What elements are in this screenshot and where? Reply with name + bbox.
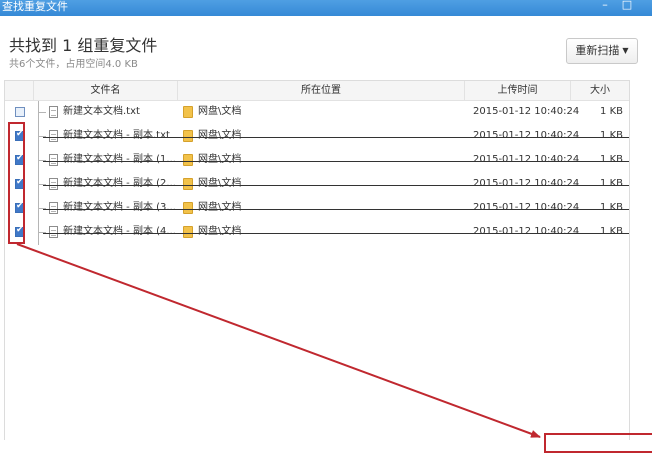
minimize-icon[interactable]: – (596, 0, 614, 12)
file-location[interactable]: 网盘\文档 (198, 149, 241, 171)
table-row[interactable]: 新建文本文档 - 副本 (4... 网盘\文档 2015-01-12 10:40:2… (5, 221, 629, 245)
file-size: 1 KB (600, 202, 623, 213)
table-row[interactable]: 新建文本文档 - 副本 (3... 网盘\文档 2015-01-12 10:40:2… (5, 197, 629, 221)
file-name[interactable]: 新建文本文档 - 副本.txt (63, 125, 170, 147)
title-bar: 查找重复文件 – □ (0, 0, 652, 16)
table-row[interactable]: 新建文本文档 - 副本.txt 网盘\文档 2015-01-12 10:40:24 1… (5, 125, 629, 149)
close-icon[interactable]: □ (618, 0, 636, 12)
header-file-name[interactable]: 文件名 (34, 81, 178, 100)
file-upload-time: 2015-01-12 10:40:24 (473, 130, 580, 141)
file-location[interactable]: 网盘\文档 (198, 101, 241, 123)
row-checkbox[interactable] (15, 107, 25, 117)
text-file-icon (49, 226, 58, 238)
file-upload-time: 2015-01-12 10:40:24 (473, 106, 580, 117)
file-upload-time: 2015-01-12 10:40:24 (473, 202, 580, 213)
file-size: 1 KB (600, 178, 623, 189)
strikethrough-line (43, 233, 629, 234)
result-summary: 共6个文件，占用空间4.0 KB (9, 59, 138, 70)
folder-icon (183, 154, 193, 166)
file-upload-time: 2015-01-12 10:40:24 (473, 226, 580, 237)
table-header: 文件名 所在位置 上传时间 大小 (5, 81, 629, 101)
text-file-icon (49, 106, 58, 118)
strikethrough-line (43, 209, 629, 210)
folder-icon (183, 106, 193, 118)
file-name[interactable]: 新建文本文档 - 副本 (1... (63, 149, 176, 171)
header-checkbox-column (5, 81, 34, 100)
file-location[interactable]: 网盘\文档 (198, 221, 241, 243)
file-location[interactable]: 网盘\文档 (198, 173, 241, 195)
header-size[interactable]: 大小 (571, 81, 629, 100)
file-location[interactable]: 网盘\文档 (198, 197, 241, 219)
rescan-label: 重新扫描 (575, 44, 620, 57)
text-file-icon (49, 178, 58, 190)
table-row[interactable]: 新建文本文档 - 副本 (1... 网盘\文档 2015-01-12 10:40:2… (5, 149, 629, 173)
folder-icon (183, 202, 193, 214)
file-table: 文件名 所在位置 上传时间 大小 新建文本文档.txt 网盘\文档 2015-01-… (4, 80, 630, 440)
file-size: 1 KB (600, 226, 623, 237)
result-heading: 共找到 1 组重复文件 (9, 36, 158, 55)
header-upload-time[interactable]: 上传时间 (465, 81, 571, 100)
folder-icon (183, 178, 193, 190)
chevron-down-icon: ▼ (622, 46, 629, 55)
folder-icon (183, 226, 193, 238)
text-file-icon (49, 130, 58, 142)
file-size: 1 KB (600, 130, 623, 141)
rescan-button[interactable]: 重新扫描 ▼ (566, 38, 638, 64)
file-name[interactable]: 新建文本文档 - 副本 (4... (63, 221, 176, 243)
strikethrough-line (43, 185, 629, 186)
file-name[interactable]: 新建文本文档 - 副本 (3... (63, 197, 176, 219)
header-location[interactable]: 所在位置 (178, 81, 465, 100)
file-name[interactable]: 新建文本文档 - 副本 (2... (63, 173, 176, 195)
table-row[interactable]: 新建文本文档 - 副本 (2... 网盘\文档 2015-01-12 10:40:2… (5, 173, 629, 197)
file-upload-time: 2015-01-12 10:40:24 (473, 154, 580, 165)
file-location[interactable]: 网盘\文档 (198, 125, 241, 147)
folder-icon (183, 130, 193, 142)
tree-connector (38, 101, 46, 125)
strikethrough-line (43, 161, 629, 162)
file-size: 1 KB (600, 154, 623, 165)
text-file-icon (49, 154, 58, 166)
checkbox-highlight-box (8, 122, 25, 244)
file-upload-time: 2015-01-12 10:40:24 (473, 178, 580, 189)
file-size: 1 KB (600, 106, 623, 117)
strikethrough-line (43, 137, 629, 138)
window-title: 查找重复文件 (2, 0, 68, 13)
text-file-icon (49, 202, 58, 214)
target-highlight-box (544, 433, 652, 453)
table-row[interactable]: 新建文本文档.txt 网盘\文档 2015-01-12 10:40:24 1 KB (5, 101, 629, 125)
file-name[interactable]: 新建文本文档.txt (63, 101, 140, 123)
